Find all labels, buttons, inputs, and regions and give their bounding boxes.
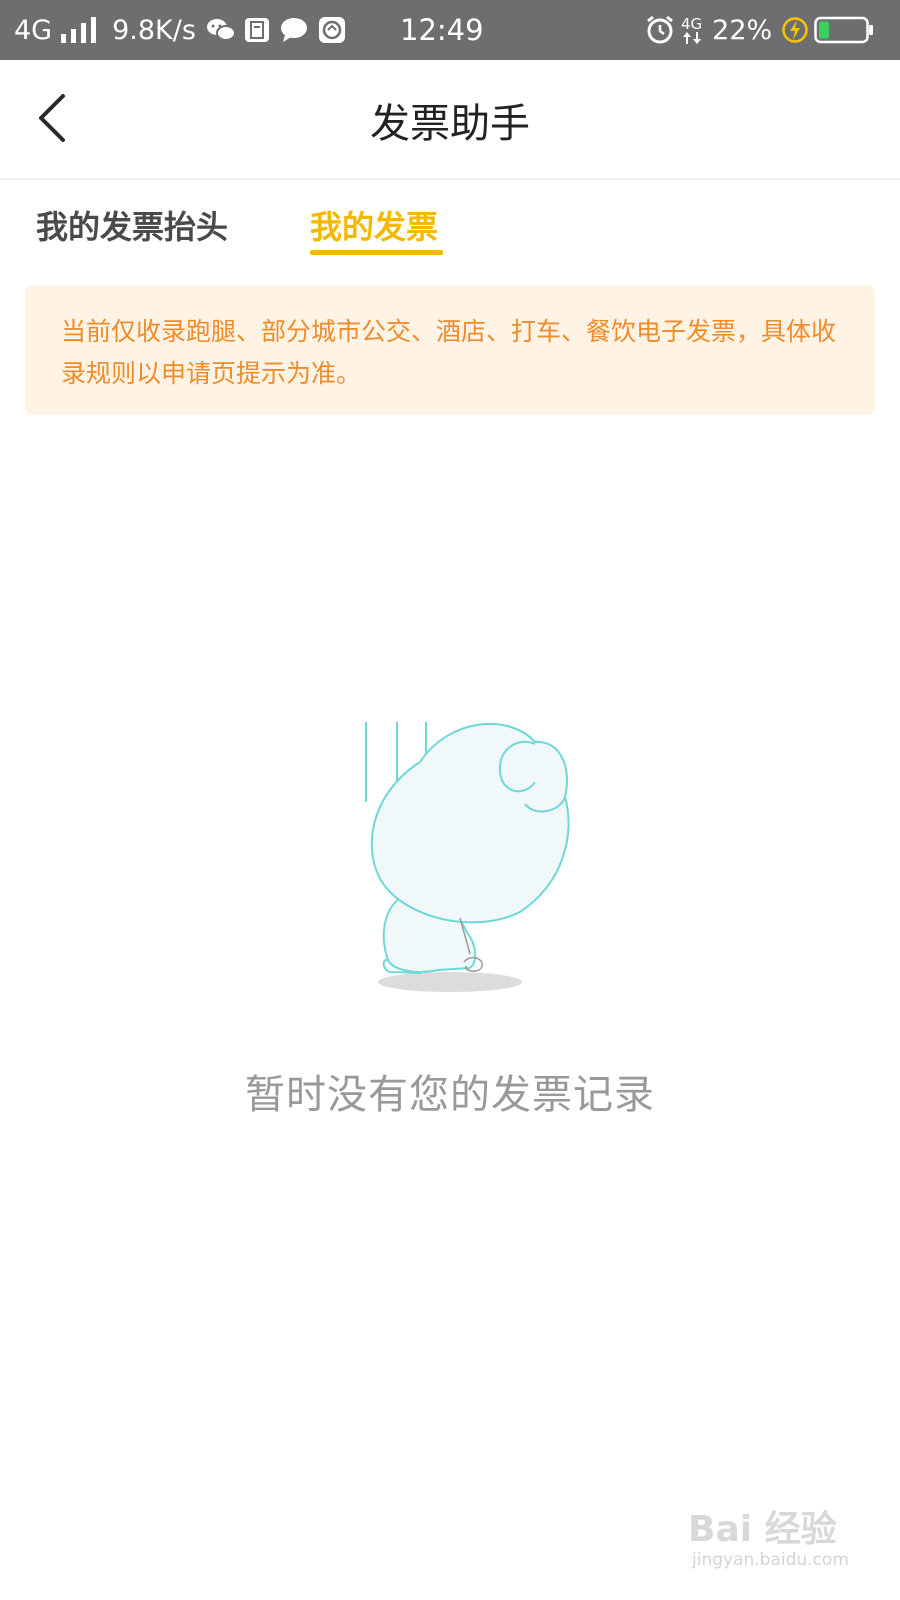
sad-character-illustration bbox=[360, 712, 590, 992]
empty-state-message: 暂时没有您的发票记录 bbox=[245, 1072, 655, 1118]
alarm-icon bbox=[645, 15, 675, 45]
charging-icon bbox=[782, 16, 808, 44]
clock: 12:49 bbox=[400, 13, 484, 47]
watermark-url: jingyan.baidu.com bbox=[692, 1550, 849, 1570]
status-right: 4G 22% bbox=[645, 0, 874, 60]
app-badge-icon bbox=[318, 16, 346, 44]
data-arrows-icon: 4G bbox=[681, 16, 702, 44]
watermark: Bai 经验 jingyan.baidu.com bbox=[688, 1500, 868, 1590]
status-left: 4G 9.8K/s bbox=[14, 0, 346, 60]
notice-text: 当前仅收录跑腿、部分城市公交、酒店、打车、餐饮电子发票，具体收录规则以申请页提示… bbox=[61, 317, 837, 388]
tab-invoice-title[interactable]: 我的发票抬头 bbox=[36, 202, 228, 262]
page-title: 发票助手 bbox=[370, 101, 530, 147]
network-speed: 9.8K/s bbox=[112, 14, 196, 46]
status-bar: 4G 9.8K/s 12:49 4G 22% bbox=[0, 0, 900, 60]
active-tab-indicator bbox=[310, 250, 443, 255]
app-icon bbox=[244, 17, 270, 43]
status-center: 12:49 bbox=[400, 0, 484, 60]
tab-bar: 我的发票抬头 我的发票 bbox=[0, 182, 900, 268]
watermark-logo: Bai 经验 bbox=[688, 1509, 837, 1550]
signal-icon bbox=[60, 17, 100, 43]
chat-bubble-icon bbox=[280, 17, 308, 43]
notice-banner: 当前仅收录跑腿、部分城市公交、酒店、打车、餐饮电子发票，具体收录规则以申请页提示… bbox=[25, 285, 875, 415]
battery-percent: 22% bbox=[712, 14, 773, 46]
network-type: 4G bbox=[14, 14, 53, 46]
battery-icon bbox=[814, 16, 874, 44]
wechat-icon bbox=[206, 17, 236, 43]
nav-bar: 发票助手 bbox=[0, 60, 900, 180]
